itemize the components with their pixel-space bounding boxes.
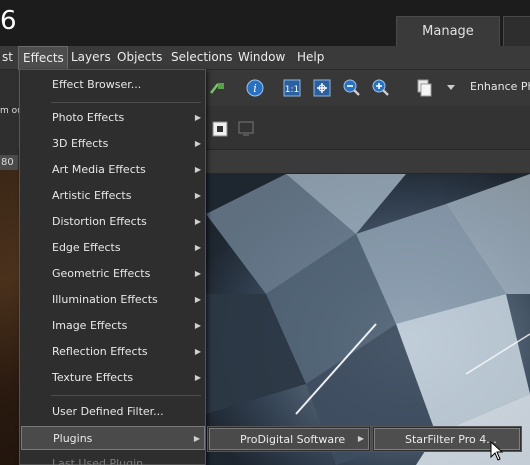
menu-separator	[51, 102, 201, 103]
menu-item-label: Artistic Effects	[52, 189, 132, 202]
menu-item-label: Image Effects	[52, 319, 128, 332]
submenu-arrow-icon: ▶	[194, 113, 201, 122]
menu-item-label: Plugins	[53, 432, 93, 445]
menu-item-effect-browser[interactable]: Effect Browser...	[21, 73, 205, 97]
menu-item-plugins[interactable]: Plugins ▶	[21, 426, 205, 450]
menu-item-art-media-effects[interactable]: Art Media Effects ▶	[21, 158, 205, 182]
menu-layers[interactable]: Layers	[67, 46, 115, 70]
actual-size-icon[interactable]: 1:1	[281, 77, 303, 99]
tab-next[interactable]	[503, 16, 530, 46]
submenu-arrow-icon: ▶	[194, 269, 201, 278]
submenu-arrow-icon: ▶	[194, 165, 201, 174]
menu-item-photo-effects[interactable]: Photo Effects ▶	[21, 106, 205, 130]
menu-item-label: Distortion Effects	[52, 215, 147, 228]
submenu-arrow-icon: ▶	[194, 217, 201, 226]
mouse-cursor-icon	[490, 441, 504, 461]
submenu-arrow-icon: ▶	[193, 434, 200, 443]
menu-item-image-effects[interactable]: Image Effects ▶	[21, 314, 205, 338]
submenu-arrow-icon: ▶	[194, 321, 201, 330]
menu-item-edge-effects[interactable]: Edge Effects ▶	[21, 236, 205, 260]
zoom-value-fragment[interactable]: 80	[0, 155, 18, 171]
align-icon[interactable]	[209, 118, 231, 140]
menu-bar: st Effects Layers Objects Selections Win…	[0, 46, 530, 70]
menu-item-label: Edge Effects	[52, 241, 121, 254]
grid-icon[interactable]	[235, 118, 257, 140]
tab-manage[interactable]: Manage	[396, 16, 500, 46]
menu-item-label: 3D Effects	[52, 137, 109, 150]
enhance-photo-button[interactable]: Enhance Ph	[470, 80, 530, 93]
fit-window-icon[interactable]	[311, 77, 333, 99]
menu-item-user-defined-filter[interactable]: User Defined Filter...	[21, 400, 205, 424]
svg-text:1:1: 1:1	[285, 85, 299, 95]
svg-text:i: i	[253, 82, 257, 95]
menu-item-reflection-effects[interactable]: Reflection Effects ▶	[21, 340, 205, 364]
effects-icon[interactable]	[206, 77, 228, 99]
zoom-in-icon[interactable]	[370, 77, 392, 99]
menu-item-label: ProDigital Software	[240, 433, 346, 446]
menu-item-label: Last Used Plugin	[52, 457, 144, 465]
menu-objects[interactable]: Objects	[113, 46, 166, 70]
menu-item-label: Effect Browser...	[52, 78, 142, 91]
menu-item-3d-effects[interactable]: 3D Effects ▶	[21, 132, 205, 156]
submenu-arrow-icon: ▶	[194, 191, 201, 200]
menu-selections[interactable]: Selections	[167, 46, 237, 70]
submenu-arrow-icon: ▶	[194, 373, 201, 382]
menu-item-label: Photo Effects	[52, 111, 125, 124]
submenu-arrow-icon: ▶	[357, 434, 364, 443]
plugins-submenu: ProDigital Software ▶	[207, 426, 371, 452]
submenu-arrow-icon: ▶	[194, 347, 201, 356]
submenu-arrow-icon: ▶	[194, 139, 201, 148]
dropdown-arrow-icon[interactable]	[440, 77, 462, 99]
effects-dropdown-menu: Effect Browser... Photo Effects ▶ 3D Effe…	[19, 69, 206, 465]
menu-item-distortion-effects[interactable]: Distortion Effects ▶	[21, 210, 205, 234]
app-window: 6 Manage st Effects Layers Objects Selec…	[0, 0, 530, 465]
menu-item-label: Art Media Effects	[52, 163, 146, 176]
menu-item-label: Texture Effects	[52, 371, 134, 384]
diamond-image	[206, 174, 530, 465]
menu-item-illumination-effects[interactable]: Illumination Effects ▶	[21, 288, 205, 312]
menu-item-texture-effects[interactable]: Texture Effects ▶	[21, 366, 205, 390]
copy-icon[interactable]	[413, 77, 435, 99]
menu-item-last-used-plugin: Last Used Plugin	[21, 452, 205, 465]
menu-help[interactable]: Help	[293, 46, 328, 70]
menu-item-label: User Defined Filter...	[52, 405, 164, 418]
menu-adjust[interactable]: st	[0, 46, 17, 70]
info-icon[interactable]: i	[244, 77, 266, 99]
app-title: 6	[0, 6, 17, 36]
submenu-arrow-icon: ▶	[194, 295, 201, 304]
zoom-out-icon[interactable]	[341, 77, 363, 99]
title-bar: 6 Manage	[0, 0, 530, 46]
menu-item-label: Reflection Effects	[52, 345, 148, 358]
menu-effects[interactable]: Effects	[18, 46, 68, 70]
menu-item-geometric-effects[interactable]: Geometric Effects ▶	[21, 262, 205, 286]
menu-window[interactable]: Window	[234, 46, 289, 70]
menu-item-label: StarFilter Pro 4...	[405, 433, 497, 446]
menu-item-prodigital-software[interactable]: ProDigital Software ▶	[209, 428, 369, 450]
document-tab-strip	[206, 150, 530, 174]
menu-item-artistic-effects[interactable]: Artistic Effects ▶	[21, 184, 205, 208]
menu-separator	[51, 395, 201, 396]
menu-item-label: Geometric Effects	[52, 267, 151, 280]
submenu-arrow-icon: ▶	[194, 243, 201, 252]
menu-item-label: Illumination Effects	[52, 293, 158, 306]
image-canvas[interactable]	[206, 174, 530, 465]
